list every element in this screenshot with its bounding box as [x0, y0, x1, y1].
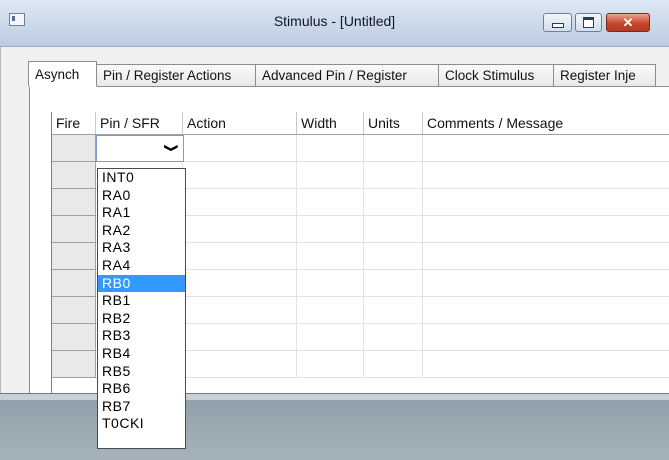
comments-cell[interactable]: [423, 270, 669, 297]
close-icon: ✕: [622, 14, 634, 30]
pin-sfr-combobox[interactable]: ❯: [96, 135, 184, 162]
dropdown-option-rb3[interactable]: RB3: [98, 327, 185, 345]
close-button[interactable]: ✕: [606, 13, 650, 32]
units-cell[interactable]: [364, 135, 423, 162]
chevron-glyph: ❯: [164, 143, 179, 153]
dropdown-option-ra3[interactable]: RA3: [98, 239, 185, 257]
units-cell[interactable]: [364, 216, 423, 243]
width-cell[interactable]: [297, 135, 364, 162]
action-cell[interactable]: [183, 243, 297, 270]
maximize-icon: [583, 17, 594, 28]
tab-pin-register-actions[interactable]: Pin / Register Actions: [96, 64, 256, 86]
comments-cell[interactable]: [423, 324, 669, 351]
action-cell[interactable]: [183, 135, 297, 162]
dropdown-option-rb6[interactable]: RB6: [98, 380, 185, 398]
fire-button[interactable]: [52, 324, 96, 351]
pin-sfr-dropdown-list[interactable]: INT0 RA0 RA1 RA2 RA3 RA4 RB0 RB1 RB2 RB3 RB4 RB5 RB6…: [97, 168, 186, 449]
comments-cell[interactable]: [423, 162, 669, 189]
action-cell[interactable]: [183, 162, 297, 189]
comments-cell[interactable]: [423, 189, 669, 216]
fire-button[interactable]: [52, 243, 96, 270]
dropdown-option-rb4[interactable]: RB4: [98, 345, 185, 363]
fire-button[interactable]: [52, 162, 96, 189]
chevron-down-icon[interactable]: ❯: [160, 137, 182, 159]
fire-button[interactable]: [52, 216, 96, 243]
action-cell[interactable]: [183, 216, 297, 243]
title-bar[interactable]: Stimulus - [Untitled] ✕: [0, 0, 669, 47]
dropdown-option-int0[interactable]: INT0: [98, 169, 185, 187]
dropdown-option-ra1[interactable]: RA1: [98, 204, 185, 222]
comments-cell[interactable]: [423, 216, 669, 243]
comments-cell[interactable]: [423, 243, 669, 270]
comments-cell[interactable]: [423, 297, 669, 324]
dropdown-option-rb0[interactable]: RB0: [98, 274, 185, 293]
width-cell[interactable]: [297, 270, 364, 297]
width-cell[interactable]: [297, 324, 364, 351]
tab-clock-stimulus[interactable]: Clock Stimulus: [438, 64, 554, 86]
dropdown-option-ra0[interactable]: RA0: [98, 187, 185, 205]
comments-cell[interactable]: [423, 351, 669, 378]
tab-advanced-pin-register[interactable]: Advanced Pin / Register: [255, 64, 439, 86]
dropdown-option-ra4[interactable]: RA4: [98, 257, 185, 275]
dropdown-option-rb7[interactable]: RB7: [98, 398, 185, 416]
action-cell[interactable]: [183, 324, 297, 351]
tab-strip: Asynch Pin / Register Actions Advanced Pin…: [28, 61, 656, 87]
action-cell[interactable]: [183, 297, 297, 324]
width-cell[interactable]: [297, 189, 364, 216]
units-cell[interactable]: [364, 189, 423, 216]
grid-header: Fire Pin / SFR Action Width Units Comments / …: [52, 112, 669, 135]
width-cell[interactable]: [297, 297, 364, 324]
minimize-icon: [551, 23, 564, 28]
width-cell[interactable]: [297, 216, 364, 243]
fire-button[interactable]: [52, 297, 96, 324]
fire-button[interactable]: [52, 351, 96, 378]
column-header-width[interactable]: Width: [297, 112, 364, 134]
tab-asynch[interactable]: Asynch: [28, 61, 97, 87]
dropdown-option-rb5[interactable]: RB5: [98, 363, 185, 381]
dropdown-option-ra2[interactable]: RA2: [98, 222, 185, 240]
column-header-comments[interactable]: Comments / Message: [423, 112, 669, 134]
column-header-action[interactable]: Action: [183, 112, 297, 134]
fire-button[interactable]: [52, 189, 96, 216]
action-cell[interactable]: [183, 351, 297, 378]
maximize-button[interactable]: [575, 13, 602, 32]
action-cell[interactable]: [183, 270, 297, 297]
fire-button[interactable]: [52, 135, 96, 162]
units-cell[interactable]: [364, 324, 423, 351]
minimize-button[interactable]: [543, 13, 572, 32]
units-cell[interactable]: [364, 243, 423, 270]
column-header-fire[interactable]: Fire: [52, 112, 96, 134]
units-cell[interactable]: [364, 297, 423, 324]
dropdown-option-rb2[interactable]: RB2: [98, 310, 185, 328]
column-header-units[interactable]: Units: [364, 112, 423, 134]
units-cell[interactable]: [364, 351, 423, 378]
width-cell[interactable]: [297, 162, 364, 189]
units-cell[interactable]: [364, 270, 423, 297]
action-cell[interactable]: [183, 189, 297, 216]
width-cell[interactable]: [297, 351, 364, 378]
column-header-pin-sfr[interactable]: Pin / SFR: [96, 112, 183, 134]
comments-cell[interactable]: [423, 135, 669, 162]
dropdown-option-rb1[interactable]: RB1: [98, 292, 185, 310]
dropdown-option-t0cki[interactable]: T0CKI: [98, 415, 185, 433]
fire-button[interactable]: [52, 270, 96, 297]
width-cell[interactable]: [297, 243, 364, 270]
tab-register-inje[interactable]: Register Inje: [553, 64, 656, 86]
units-cell[interactable]: [364, 162, 423, 189]
